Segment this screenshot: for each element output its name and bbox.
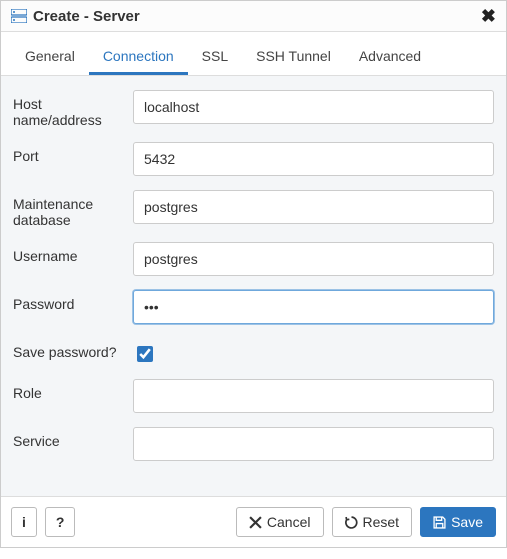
label-host: Host name/address [13, 90, 133, 128]
save-label: Save [451, 514, 483, 530]
tab-connection[interactable]: Connection [89, 40, 188, 75]
role-input[interactable] [133, 379, 494, 413]
save-button[interactable]: Save [420, 507, 496, 537]
username-input[interactable] [133, 242, 494, 276]
tab-ssl[interactable]: SSL [188, 40, 242, 75]
form-area: Host name/address Port Maintenance datab… [1, 76, 506, 496]
tabs: General Connection SSL SSH Tunnel Advanc… [1, 32, 506, 76]
row-role: Role [13, 379, 494, 413]
label-username: Username [13, 242, 133, 264]
reset-button[interactable]: Reset [332, 507, 413, 537]
row-password: Password [13, 290, 494, 324]
row-port: Port [13, 142, 494, 176]
info-button[interactable]: i [11, 507, 37, 537]
password-input[interactable] [133, 290, 494, 324]
help-button[interactable]: ? [45, 507, 76, 537]
service-input[interactable] [133, 427, 494, 461]
footer-left: i ? [11, 507, 75, 537]
dialog-title: Create - Server [33, 8, 140, 25]
label-maintenance-db: Maintenance database [13, 190, 133, 228]
titlebar: Create - Server ✖ [1, 1, 506, 32]
footer: i ? Cancel Reset Save [1, 496, 506, 547]
host-input[interactable] [133, 90, 494, 124]
reset-label: Reset [363, 514, 400, 530]
label-save-password: Save password? [13, 338, 133, 360]
help-icon: ? [56, 514, 65, 530]
cancel-label: Cancel [267, 514, 311, 530]
tab-advanced[interactable]: Advanced [345, 40, 435, 75]
label-port: Port [13, 142, 133, 164]
row-username: Username [13, 242, 494, 276]
row-service: Service [13, 427, 494, 461]
label-service: Service [13, 427, 133, 449]
info-icon: i [22, 514, 26, 530]
footer-right: Cancel Reset Save [236, 507, 496, 537]
label-password: Password [13, 290, 133, 312]
tab-general[interactable]: General [11, 40, 89, 75]
row-maintenance-db: Maintenance database [13, 190, 494, 228]
tab-ssh-tunnel[interactable]: SSH Tunnel [242, 40, 345, 75]
save-icon [433, 516, 446, 529]
save-password-checkbox[interactable] [137, 346, 153, 362]
cancel-button[interactable]: Cancel [236, 507, 324, 537]
maintenance-db-input[interactable] [133, 190, 494, 224]
close-icon[interactable]: ✖ [481, 7, 496, 25]
server-icon [11, 9, 27, 23]
close-icon [249, 516, 262, 529]
recycle-icon [345, 516, 358, 529]
row-host: Host name/address [13, 90, 494, 128]
row-save-password: Save password? [13, 338, 494, 365]
create-server-dialog: Create - Server ✖ General Connection SSL… [0, 0, 507, 548]
titlebar-left: Create - Server [11, 8, 140, 25]
label-role: Role [13, 379, 133, 401]
port-input[interactable] [133, 142, 494, 176]
